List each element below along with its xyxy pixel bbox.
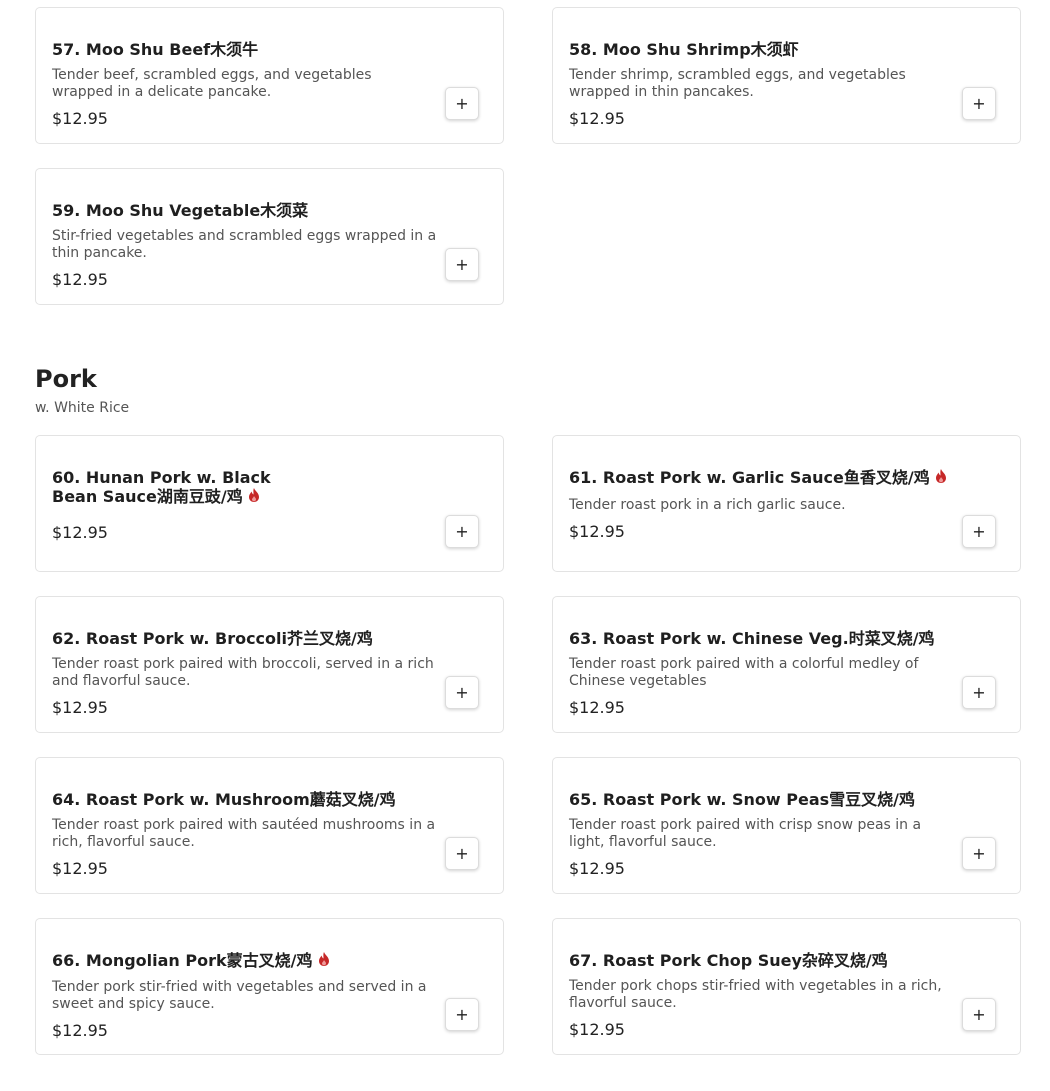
menu-item-description: Tender shrimp, scrambled eggs, and veget… xyxy=(569,67,906,100)
menu-item-price: $12.95 xyxy=(569,698,625,717)
add-to-cart-button[interactable]: + xyxy=(962,998,996,1031)
add-to-cart-button[interactable]: + xyxy=(962,676,996,709)
menu-item-title: 62. Roast Pork w. Broccoli芥兰叉烧/鸡 xyxy=(52,629,373,648)
menu-item-price: $12.95 xyxy=(52,1021,108,1040)
menu-item-title: 65. Roast Pork w. Snow Peas雪豆叉烧/鸡 xyxy=(569,790,915,809)
menu-item-card[interactable]: 62. Roast Pork w. Broccoli芥兰叉烧/鸡 Tender … xyxy=(35,596,504,733)
menu-item-description: Tender pork chops stir-fried with vegeta… xyxy=(569,978,942,1011)
menu-item-title: 61. Roast Pork w. Garlic Sauce鱼香叉烧/鸡 xyxy=(569,468,959,487)
menu-item-card[interactable]: 58. Moo Shu Shrimp木须虾 Tender shrimp, scr… xyxy=(552,7,1021,144)
menu-item-card[interactable]: 67. Roast Pork Chop Suey杂碎叉烧/鸡 Tender po… xyxy=(552,918,1021,1055)
menu-item-title: 64. Roast Pork w. Mushroom蘑菇叉烧/鸡 xyxy=(52,790,396,809)
add-to-cart-button[interactable]: + xyxy=(445,676,479,709)
section-subtitle: w. White Rice xyxy=(35,400,130,416)
flame-icon xyxy=(248,488,259,502)
menu-item-description: Tender roast pork paired with a colorful… xyxy=(569,656,919,689)
menu-item-card[interactable]: 63. Roast Pork w. Chinese Veg.时菜叉烧/鸡 Ten… xyxy=(552,596,1021,733)
menu-item-card[interactable]: 65. Roast Pork w. Snow Peas雪豆叉烧/鸡 Tender… xyxy=(552,757,1021,894)
menu-item-price: $12.95 xyxy=(569,859,625,878)
menu-item-card[interactable]: 59. Moo Shu Vegetable木须菜 Stir-fried vege… xyxy=(35,168,504,305)
add-to-cart-button[interactable]: + xyxy=(962,837,996,870)
menu-item-title: 59. Moo Shu Vegetable木须菜 xyxy=(52,201,309,220)
add-to-cart-button[interactable]: + xyxy=(962,87,996,120)
menu-item-card[interactable]: 57. Moo Shu Beef木须牛 Tender beef, scrambl… xyxy=(35,7,504,144)
menu-item-card[interactable]: 61. Roast Pork w. Garlic Sauce鱼香叉烧/鸡 Ten… xyxy=(552,435,1021,572)
add-to-cart-button[interactable]: + xyxy=(445,837,479,870)
section-title: Pork xyxy=(35,365,97,393)
menu-item-description: Tender pork stir-fried with vegetables a… xyxy=(52,979,427,1012)
menu-item-title: 66. Mongolian Pork蒙古叉烧/鸡 xyxy=(52,951,442,970)
add-to-cart-button[interactable]: + xyxy=(445,87,479,120)
menu-item-card[interactable]: 60. Hunan Pork w. Black Bean Sauce湖南豆豉/鸡… xyxy=(35,435,504,572)
menu-item-price: $12.95 xyxy=(569,522,625,541)
menu-item-price: $12.95 xyxy=(569,109,625,128)
menu-item-description: Tender roast pork in a rich garlic sauce… xyxy=(569,497,846,513)
menu-item-description: Tender roast pork paired with crisp snow… xyxy=(569,817,922,850)
menu-item-title: 67. Roast Pork Chop Suey杂碎叉烧/鸡 xyxy=(569,951,888,970)
menu-item-price: $12.95 xyxy=(52,698,108,717)
add-to-cart-button[interactable]: + xyxy=(445,248,479,281)
menu-item-description: Stir-fried vegetables and scrambled eggs… xyxy=(52,228,437,261)
add-to-cart-button[interactable]: + xyxy=(962,515,996,548)
menu-item-price: $12.95 xyxy=(569,1020,625,1039)
menu-item-description: Tender beef, scrambled eggs, and vegetab… xyxy=(52,67,372,100)
menu-item-price: $12.95 xyxy=(52,109,108,128)
menu-item-description: Tender roast pork paired with sautéed mu… xyxy=(52,817,436,850)
menu-item-description: Tender roast pork paired with broccoli, … xyxy=(52,656,434,689)
menu-item-title: 58. Moo Shu Shrimp木须虾 xyxy=(569,40,799,59)
add-to-cart-button[interactable]: + xyxy=(445,998,479,1031)
menu-item-title: 60. Hunan Pork w. Black Bean Sauce湖南豆豉/鸡 xyxy=(52,468,271,506)
add-to-cart-button[interactable]: + xyxy=(445,515,479,548)
flame-icon xyxy=(318,952,329,966)
menu-item-price: $12.95 xyxy=(52,859,108,878)
menu-item-card[interactable]: 66. Mongolian Pork蒙古叉烧/鸡 Tender pork sti… xyxy=(35,918,504,1055)
flame-icon xyxy=(935,469,946,483)
menu-item-price: $12.95 xyxy=(52,523,108,542)
menu-item-price: $12.95 xyxy=(52,270,108,289)
menu-item-title: 63. Roast Pork w. Chinese Veg.时菜叉烧/鸡 xyxy=(569,629,935,648)
menu-item-title: 57. Moo Shu Beef木须牛 xyxy=(52,40,259,59)
menu-item-card[interactable]: 64. Roast Pork w. Mushroom蘑菇叉烧/鸡 Tender … xyxy=(35,757,504,894)
